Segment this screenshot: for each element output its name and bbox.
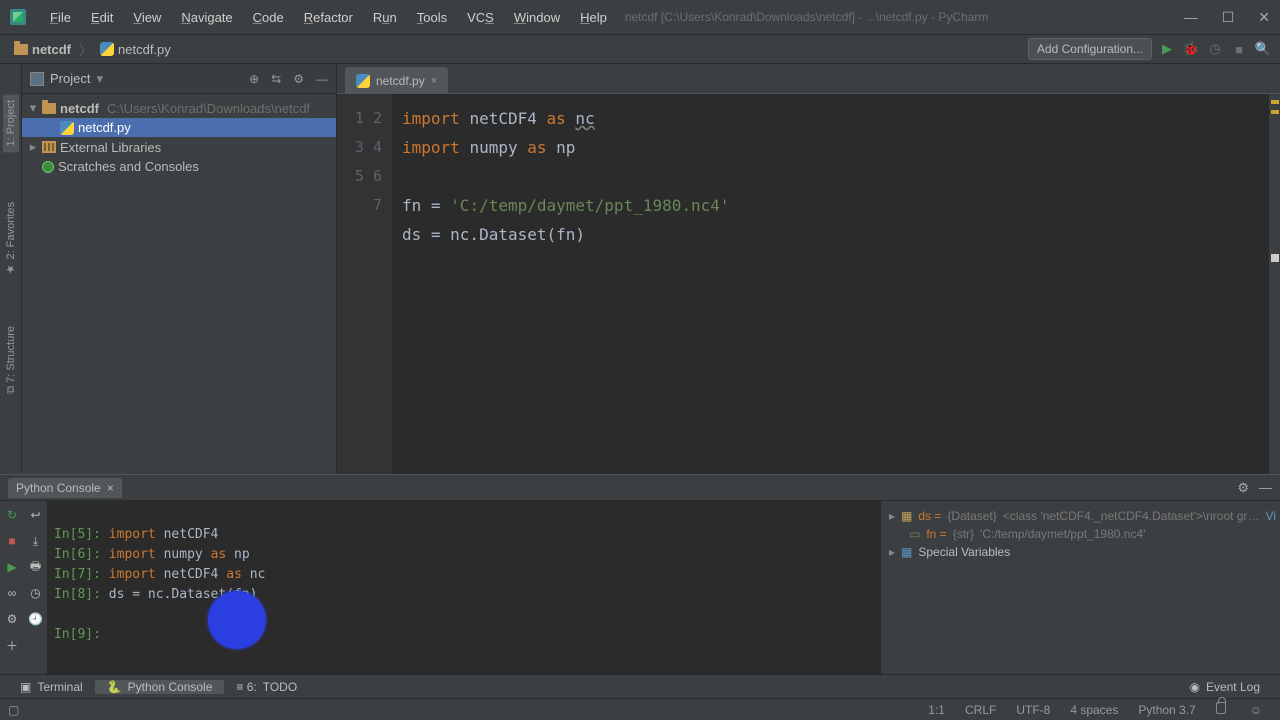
status-bar: ▢ 1:1 CRLF UTF-8 4 spaces Python 3.7 ☺ <box>0 698 1280 720</box>
line-number-gutter: 1 2 3 4 5 6 7 <box>337 94 392 474</box>
cursor-highlight-icon <box>208 591 266 649</box>
close-tab-icon[interactable]: × <box>431 75 437 87</box>
window-close-icon[interactable]: ✕ <box>1258 9 1270 26</box>
project-view-icon <box>30 72 44 86</box>
status-position[interactable]: 1:1 <box>918 703 955 717</box>
menu-help[interactable]: Help <box>570 10 617 25</box>
attach-debugger-icon[interactable]: ∞ <box>4 585 20 601</box>
tab-terminal[interactable]: ▣ Terminal <box>8 680 95 694</box>
search-icon[interactable]: 🔍 <box>1254 40 1272 58</box>
project-panel-title: Project <box>50 71 90 86</box>
tree-external-libraries[interactable]: ▸ External Libraries <box>22 137 336 157</box>
breadcrumb-separator-icon: 〉 <box>79 40 92 59</box>
add-configuration-button[interactable]: Add Configuration... <box>1028 38 1152 60</box>
menu-window[interactable]: Window <box>504 10 570 25</box>
inspector-icon[interactable]: ☺ <box>1240 703 1272 717</box>
code-editor[interactable]: 1 2 3 4 5 6 7 import netCDF4 as nc impor… <box>337 94 1280 474</box>
python-file-icon <box>100 42 114 56</box>
console-gear-icon[interactable]: ⚙ <box>1237 480 1249 496</box>
event-log-button[interactable]: ◉ Event Log <box>1177 680 1272 694</box>
libraries-icon <box>42 141 56 153</box>
caret-marker-icon <box>1271 254 1279 262</box>
folder-icon <box>14 44 28 55</box>
collapse-icon[interactable]: ⇆ <box>271 72 281 86</box>
tree-root[interactable]: ▾ netcdf C:\Users\Konrad\Downloads\netcd… <box>22 98 336 118</box>
new-console-icon[interactable]: ＋ <box>4 637 20 653</box>
rerun-icon[interactable]: ↻ <box>4 507 20 523</box>
var-row-fn[interactable]: ▭ fn = {str} 'C:/temp/daymet/ppt_1980.nc… <box>885 525 1276 543</box>
warning-marker-icon[interactable] <box>1271 110 1279 114</box>
console-output[interactable]: In[5]: import netCDF4 In[6]: import nump… <box>48 501 880 674</box>
status-encoding[interactable]: UTF-8 <box>1006 703 1060 717</box>
tree-file-netcdf[interactable]: netcdf.py <box>22 118 336 137</box>
menu-edit[interactable]: Edit <box>81 10 123 25</box>
nav-bar: netcdf 〉 netcdf.py Add Configuration... … <box>0 35 1280 64</box>
browse-history-icon[interactable]: 🕘 <box>28 611 44 627</box>
print-icon[interactable]: 🖶 <box>28 559 44 575</box>
status-indent[interactable]: 4 spaces <box>1060 703 1128 717</box>
project-tool-window: Project ▾ ⊕ ⇆ ⚙ — ▾ netcdf C:\Users\Konr… <box>22 64 337 474</box>
close-tab-icon[interactable]: × <box>107 481 114 495</box>
breadcrumb-root[interactable]: netcdf <box>8 42 77 57</box>
debug-icon[interactable]: 🐞 <box>1182 40 1200 58</box>
hide-icon[interactable]: — <box>316 72 328 86</box>
title-context: netcdf [C:\Users\Konrad\Downloads\netcdf… <box>625 10 989 24</box>
folder-icon <box>42 103 56 114</box>
editor-tab-bar: netcdf.py × <box>337 64 1280 94</box>
scratches-icon <box>42 161 54 173</box>
gear-icon[interactable]: ⚙ <box>293 72 304 86</box>
menu-tools[interactable]: Tools <box>407 10 457 25</box>
left-tool-stripe: 1: Project ★ 2: Favorites ⧉ 7: Structure <box>0 64 22 474</box>
execute-icon[interactable]: ▶ <box>4 559 20 575</box>
variables-view[interactable]: ▸▦ ds = {Dataset} <class 'netCDF4._netCD… <box>880 501 1280 674</box>
python-file-icon <box>356 74 370 88</box>
run-icon[interactable]: ▶ <box>1158 40 1176 58</box>
bottom-tool-bar: ▣ Terminal 🐍 Python Console ≡ 6: TODO ◉ … <box>0 674 1280 698</box>
dropdown-icon[interactable]: ▾ <box>96 71 103 87</box>
console-tab[interactable]: Python Console× <box>8 478 122 498</box>
window-minimize-icon[interactable]: — <box>1184 9 1198 26</box>
warning-marker-icon[interactable] <box>1271 100 1279 104</box>
sidebar-favorites-tab[interactable]: ★ 2: Favorites <box>4 202 17 276</box>
menu-vcs[interactable]: VCS <box>457 10 504 25</box>
menu-file[interactable]: File <box>40 10 81 25</box>
locate-icon[interactable]: ⊕ <box>249 72 259 86</box>
history-icon[interactable]: ◷ <box>28 585 44 601</box>
breadcrumb-file[interactable]: netcdf.py <box>94 42 177 57</box>
menu-code[interactable]: Code <box>243 10 294 25</box>
var-row-special[interactable]: ▸▦ Special Variables <box>885 543 1276 561</box>
editor-tab-netcdf[interactable]: netcdf.py × <box>345 67 448 93</box>
menu-view[interactable]: View <box>123 10 171 25</box>
tab-python-console[interactable]: 🐍 Python Console <box>95 680 225 694</box>
menu-navigate[interactable]: Navigate <box>171 10 242 25</box>
sidebar-structure-tab[interactable]: ⧉ 7: Structure <box>5 326 17 394</box>
code-area[interactable]: import netCDF4 as nc import numpy as np … <box>392 94 1268 474</box>
tool-windows-icon[interactable]: ▢ <box>8 703 19 717</box>
settings-icon[interactable]: ⚙ <box>4 611 20 627</box>
readonly-lock-icon[interactable] <box>1206 702 1240 717</box>
tab-todo[interactable]: ≡ 6: TODO <box>224 680 309 694</box>
pycharm-icon <box>10 9 26 25</box>
status-line-separator[interactable]: CRLF <box>955 703 1006 717</box>
menu-run[interactable]: Run <box>363 10 407 25</box>
scroll-end-icon[interactable]: ⤓ <box>28 533 44 549</box>
python-file-icon <box>60 121 74 135</box>
window-maximize-icon[interactable]: ☐ <box>1222 9 1235 26</box>
menu-bar: File Edit View Navigate Code Refactor Ru… <box>0 0 1280 35</box>
coverage-icon[interactable]: ◷ <box>1206 40 1224 58</box>
sidebar-project-tab[interactable]: 1: Project <box>3 94 19 152</box>
status-interpreter[interactable]: Python 3.7 <box>1128 703 1205 717</box>
python-console-panel: Python Console× ⚙ — ↻ ■ ▶ ∞ ⚙ ＋ ↩ ⤓ 🖶 ◷ … <box>0 474 1280 674</box>
stop-icon[interactable]: ■ <box>1230 40 1248 58</box>
var-row-ds[interactable]: ▸▦ ds = {Dataset} <class 'netCDF4._netCD… <box>885 507 1276 525</box>
menu-refactor[interactable]: Refactor <box>294 10 363 25</box>
console-hide-icon[interactable]: — <box>1259 480 1272 496</box>
tree-scratches[interactable]: Scratches and Consoles <box>22 157 336 176</box>
error-stripe[interactable] <box>1268 94 1280 474</box>
stop-icon[interactable]: ■ <box>4 533 20 549</box>
soft-wrap-icon[interactable]: ↩ <box>28 507 44 523</box>
